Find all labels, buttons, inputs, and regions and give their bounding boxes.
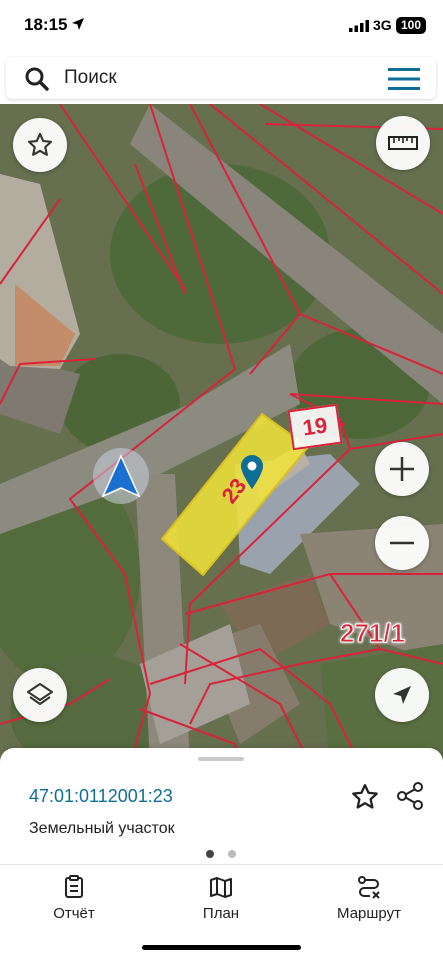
cellular-signal-icon bbox=[349, 20, 369, 32]
parcel-19-badge: 19 bbox=[287, 403, 343, 451]
search-icon[interactable] bbox=[24, 66, 50, 92]
route-icon bbox=[358, 876, 380, 899]
search-input[interactable] bbox=[64, 66, 364, 90]
zoom-out-button[interactable] bbox=[375, 516, 429, 570]
minus-icon bbox=[390, 541, 414, 545]
hamburger-menu-icon[interactable] bbox=[388, 68, 420, 90]
map-icon bbox=[210, 877, 232, 898]
share-icon[interactable] bbox=[395, 781, 425, 811]
tab-report-label: Отчёт bbox=[53, 905, 95, 922]
star-icon bbox=[27, 132, 53, 156]
satellite-map bbox=[0, 104, 443, 764]
cadastral-number[interactable]: 47:01:0112001:23 bbox=[29, 786, 173, 807]
parcel-19-label: 19 bbox=[301, 412, 329, 441]
status-time: 18:15 bbox=[24, 15, 68, 34]
ruler-button[interactable] bbox=[376, 116, 430, 170]
parcel-271-label: 271/1 bbox=[339, 618, 406, 649]
map-view[interactable]: 23 19 271/1 bbox=[0, 104, 443, 764]
parcel-info-card[interactable]: 47:01:0112001:23 Земельный участок bbox=[0, 748, 443, 864]
layers-icon bbox=[27, 683, 53, 705]
page-dot bbox=[228, 850, 236, 858]
location-services-icon bbox=[72, 18, 84, 30]
home-indicator[interactable] bbox=[142, 945, 301, 950]
zoom-in-button[interactable] bbox=[375, 442, 429, 496]
sheet-drag-handle[interactable] bbox=[198, 757, 244, 761]
tab-plan[interactable]: План bbox=[161, 875, 281, 925]
navigation-arrow-icon bbox=[101, 454, 141, 498]
favorites-button[interactable] bbox=[13, 118, 67, 172]
page-dot-active bbox=[206, 850, 214, 858]
battery-indicator: 100 bbox=[396, 17, 426, 34]
network-type: 3G bbox=[373, 17, 392, 33]
user-location-marker bbox=[93, 448, 149, 504]
bottom-tab-bar: Отчёт План Маршрут bbox=[0, 864, 443, 961]
layers-button[interactable] bbox=[13, 668, 67, 722]
tab-route[interactable]: Маршрут bbox=[309, 875, 429, 925]
report-icon bbox=[65, 875, 83, 898]
tab-plan-label: План bbox=[202, 905, 240, 922]
status-bar: 18:15 3G 100 bbox=[0, 0, 443, 54]
locate-me-button[interactable] bbox=[375, 668, 429, 722]
parcel-pin-icon[interactable] bbox=[240, 454, 264, 490]
location-arrow-icon bbox=[393, 686, 411, 704]
star-icon[interactable] bbox=[350, 782, 380, 812]
plus-icon bbox=[390, 457, 414, 481]
parcel-type-label: Земельный участок bbox=[29, 820, 175, 837]
tab-report[interactable]: Отчёт bbox=[14, 875, 134, 925]
tab-route-label: Маршрут bbox=[337, 905, 401, 922]
search-bar bbox=[6, 57, 436, 99]
ruler-icon bbox=[388, 136, 418, 150]
